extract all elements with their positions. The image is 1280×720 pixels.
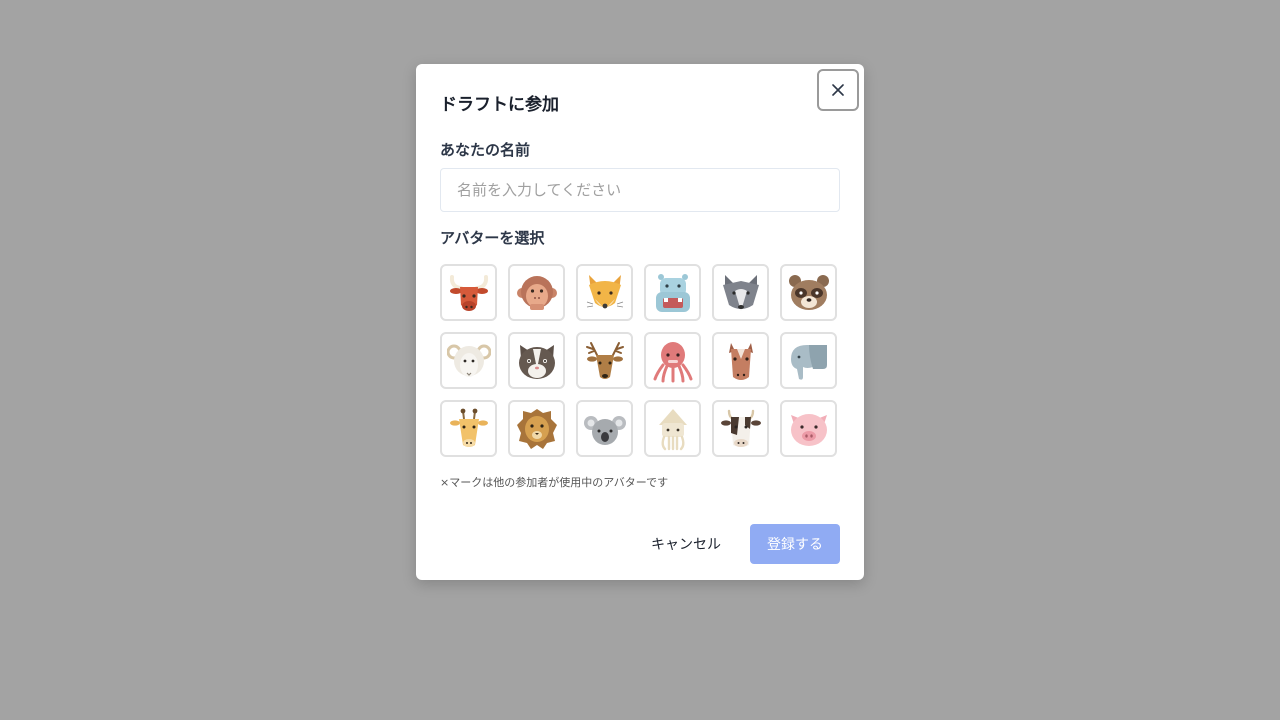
koala-icon xyxy=(583,415,626,445)
avatar-option-octopus[interactable] xyxy=(644,332,701,389)
name-input[interactable] xyxy=(440,168,840,212)
cancel-button[interactable]: キャンセル xyxy=(636,524,736,564)
fox-icon xyxy=(586,274,623,309)
avatar-option-cow[interactable] xyxy=(712,400,769,457)
bull-icon xyxy=(449,274,488,311)
avatar-option-giraffe[interactable] xyxy=(440,400,497,457)
avatar-option-cat[interactable] xyxy=(508,332,565,389)
avatar-option-pig[interactable] xyxy=(780,400,837,457)
giraffe-icon xyxy=(449,408,488,447)
close-icon xyxy=(832,84,844,96)
squid-icon xyxy=(658,408,687,450)
hippo-icon xyxy=(655,273,690,312)
avatar-label: アバターを選択 xyxy=(440,229,545,247)
avatar-option-horse[interactable] xyxy=(712,332,769,389)
close-button[interactable] xyxy=(817,69,859,111)
avatar-option-bull[interactable] xyxy=(440,264,497,321)
modal-title: ドラフトに参加 xyxy=(440,95,559,115)
avatar-option-elephant[interactable] xyxy=(780,332,837,389)
avatar-option-deer[interactable] xyxy=(576,332,633,389)
monkey-icon xyxy=(516,275,557,310)
elephant-icon xyxy=(790,344,827,380)
pig-icon xyxy=(790,413,827,446)
avatar-option-raccoon-dog[interactable] xyxy=(780,264,837,321)
avatar-option-sheep[interactable] xyxy=(440,332,497,389)
cow-icon xyxy=(720,409,761,447)
octopus-icon xyxy=(653,341,692,382)
avatar-option-lion[interactable] xyxy=(508,400,565,457)
avatar-option-hippo[interactable] xyxy=(644,264,701,321)
avatar-usage-note: ×マークは他の参加者が使用中のアバターです xyxy=(440,476,669,489)
raccoon-dog-icon xyxy=(788,274,829,310)
join-draft-modal: ドラフトに参加 あなたの名前 アバターを選択 xyxy=(416,64,864,580)
sheep-icon xyxy=(446,344,491,377)
register-button[interactable]: 登録する xyxy=(750,524,840,564)
lion-icon xyxy=(516,408,557,449)
avatar-option-koala[interactable] xyxy=(576,400,633,457)
avatar-option-fox[interactable] xyxy=(576,264,633,321)
name-label: あなたの名前 xyxy=(440,141,531,159)
deer-icon xyxy=(585,341,624,379)
horse-icon xyxy=(728,342,753,380)
avatar-option-squid[interactable] xyxy=(644,400,701,457)
wolf-icon xyxy=(722,274,759,311)
avatar-option-wolf[interactable] xyxy=(712,264,769,321)
avatar-option-monkey[interactable] xyxy=(508,264,565,321)
cat-icon xyxy=(518,344,555,379)
